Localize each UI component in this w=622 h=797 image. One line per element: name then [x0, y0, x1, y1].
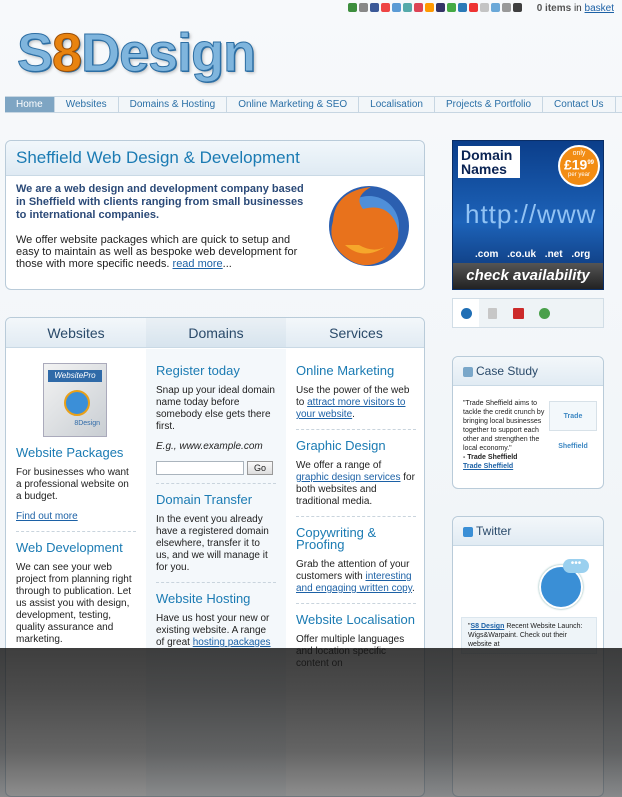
domain-ad-url: http://www [465, 199, 597, 229]
social-bookmark-icon[interactable] [348, 3, 357, 12]
social-bookmark-icon[interactable] [458, 3, 467, 12]
nav-home[interactable]: Home [5, 97, 55, 112]
intro-body: We offer website packages which are quic… [16, 234, 298, 270]
social-bookmark-icon[interactable] [392, 3, 401, 12]
go-button[interactable]: Go [247, 461, 273, 475]
domain-ad-tlds: .com .co.uk .net .org [475, 249, 591, 260]
document-icon[interactable] [479, 299, 505, 327]
page-title: Sheffield Web Design & Development [6, 141, 424, 176]
domain-search-form: Go [156, 461, 276, 475]
nav-localisation[interactable]: Localisation [359, 97, 435, 112]
tab-services[interactable]: Services [286, 318, 424, 347]
tab-domains[interactable]: Domains [146, 318, 286, 347]
check-availability-button[interactable]: check availability [453, 263, 603, 289]
social-bookmark-icon[interactable] [436, 3, 445, 12]
social-bookmark-icon[interactable] [480, 3, 489, 12]
twitter-panel: Twitter ••• "S8 Design Recent Website La… [452, 516, 604, 797]
social-bookmark-icon[interactable] [381, 3, 390, 12]
tab-websites[interactable]: Websites [6, 318, 146, 347]
trade-sheffield-link[interactable]: Trade Sheffield [463, 463, 513, 470]
services-column: Online Marketing Use the power of the we… [296, 363, 416, 669]
trade-sheffield-logo[interactable]: Trade Sheffield [549, 401, 597, 450]
twitter-title: Twitter [476, 524, 512, 538]
social-bookmark-icon[interactable] [469, 3, 478, 12]
social-icons [348, 3, 522, 12]
ie-logo-icon [64, 390, 90, 416]
nav-online-marketing[interactable]: Online Marketing & SEO [227, 97, 360, 112]
website-localisation-heading: Website Localisation [296, 612, 415, 627]
social-bookmark-icon[interactable] [370, 3, 379, 12]
nav-domains-hosting[interactable]: Domains & Hosting [119, 97, 228, 112]
social-bookmark-icon[interactable] [491, 3, 500, 12]
top-bar: 0 items in basket [0, 0, 622, 18]
case-study-title: Case Study [476, 364, 539, 378]
chrome-icon[interactable] [531, 299, 557, 327]
basket-summary: 0 items in basket [536, 3, 614, 14]
globe-icon[interactable] [453, 299, 479, 327]
read-more-link[interactable]: read more [173, 258, 223, 270]
domain-transfer-heading: Domain Transfer [156, 492, 253, 507]
social-bookmark-icon[interactable] [447, 3, 456, 12]
domain-names-ad[interactable]: Domain Names only £1999 per year http://… [452, 140, 604, 290]
case-study-panel: Case Study "Trade Sheffield aims to tack… [452, 356, 604, 489]
firefox-logo-icon [329, 186, 409, 266]
register-today-heading: Register today [156, 363, 240, 378]
intro-panel: Sheffield Web Design & Development We ar… [5, 140, 425, 290]
main-nav: Home Websites Domains & Hosting Online M… [5, 96, 622, 113]
document-icon [463, 366, 473, 377]
nav-contact[interactable]: Contact Us [543, 97, 616, 112]
tweet-author-link[interactable]: S8 Design [471, 623, 505, 630]
web-development-heading: Web Development [16, 540, 123, 555]
website-packages-heading: Website Packages [16, 445, 124, 460]
domains-column: Register today Snap up your ideal domain… [146, 349, 286, 796]
social-bookmark-icon[interactable] [502, 3, 511, 12]
case-study-quote: "Trade Sheffield aims to tackle the cred… [463, 400, 545, 470]
find-out-more-link[interactable]: Find out more [16, 511, 78, 522]
websites-column: WebsitePro 8Design Website Packages For … [6, 349, 146, 796]
domain-ad-title: Domain Names [458, 146, 520, 178]
social-bookmark-icon[interactable] [359, 3, 368, 12]
basket-count: 0 items [536, 3, 572, 14]
site-logo[interactable]: S8Design [16, 22, 256, 84]
feature-columns: Websites Domains Services WebsitePro 8De… [5, 317, 425, 797]
social-bookmark-icon[interactable] [414, 3, 423, 12]
graphic-design-link[interactable]: graphic design services [296, 472, 401, 483]
website-pro-box-image: WebsitePro 8Design [43, 363, 107, 437]
copywriting-heading: Copywriting & Proofing [296, 525, 377, 552]
price-badge: only £1999 per year [558, 145, 600, 187]
intro-lead: We are a web design and development comp… [16, 183, 304, 221]
graphic-design-heading: Graphic Design [296, 438, 386, 453]
twitter-icon [463, 526, 473, 537]
online-marketing-heading: Online Marketing [296, 363, 395, 378]
speech-bubble-icon: ••• [563, 559, 589, 573]
uk-flag-icon[interactable] [505, 299, 531, 327]
social-bookmark-icon[interactable] [403, 3, 412, 12]
website-hosting-heading: Website Hosting [156, 591, 251, 606]
social-bookmark-icon[interactable] [513, 3, 522, 12]
social-bookmark-icon[interactable] [425, 3, 434, 12]
nav-projects[interactable]: Projects & Portfolio [435, 97, 544, 112]
hosting-packages-link[interactable]: hosting packages [193, 637, 271, 648]
domain-search-input[interactable] [156, 461, 244, 475]
tweet: "S8 Design Recent Website Launch: Wigs&W… [461, 617, 597, 654]
attract-visitors-link[interactable]: attract more visitors to your website [296, 397, 405, 420]
nav-websites[interactable]: Websites [55, 97, 119, 112]
language-selector [452, 298, 604, 328]
basket-link[interactable]: basket [585, 3, 614, 14]
